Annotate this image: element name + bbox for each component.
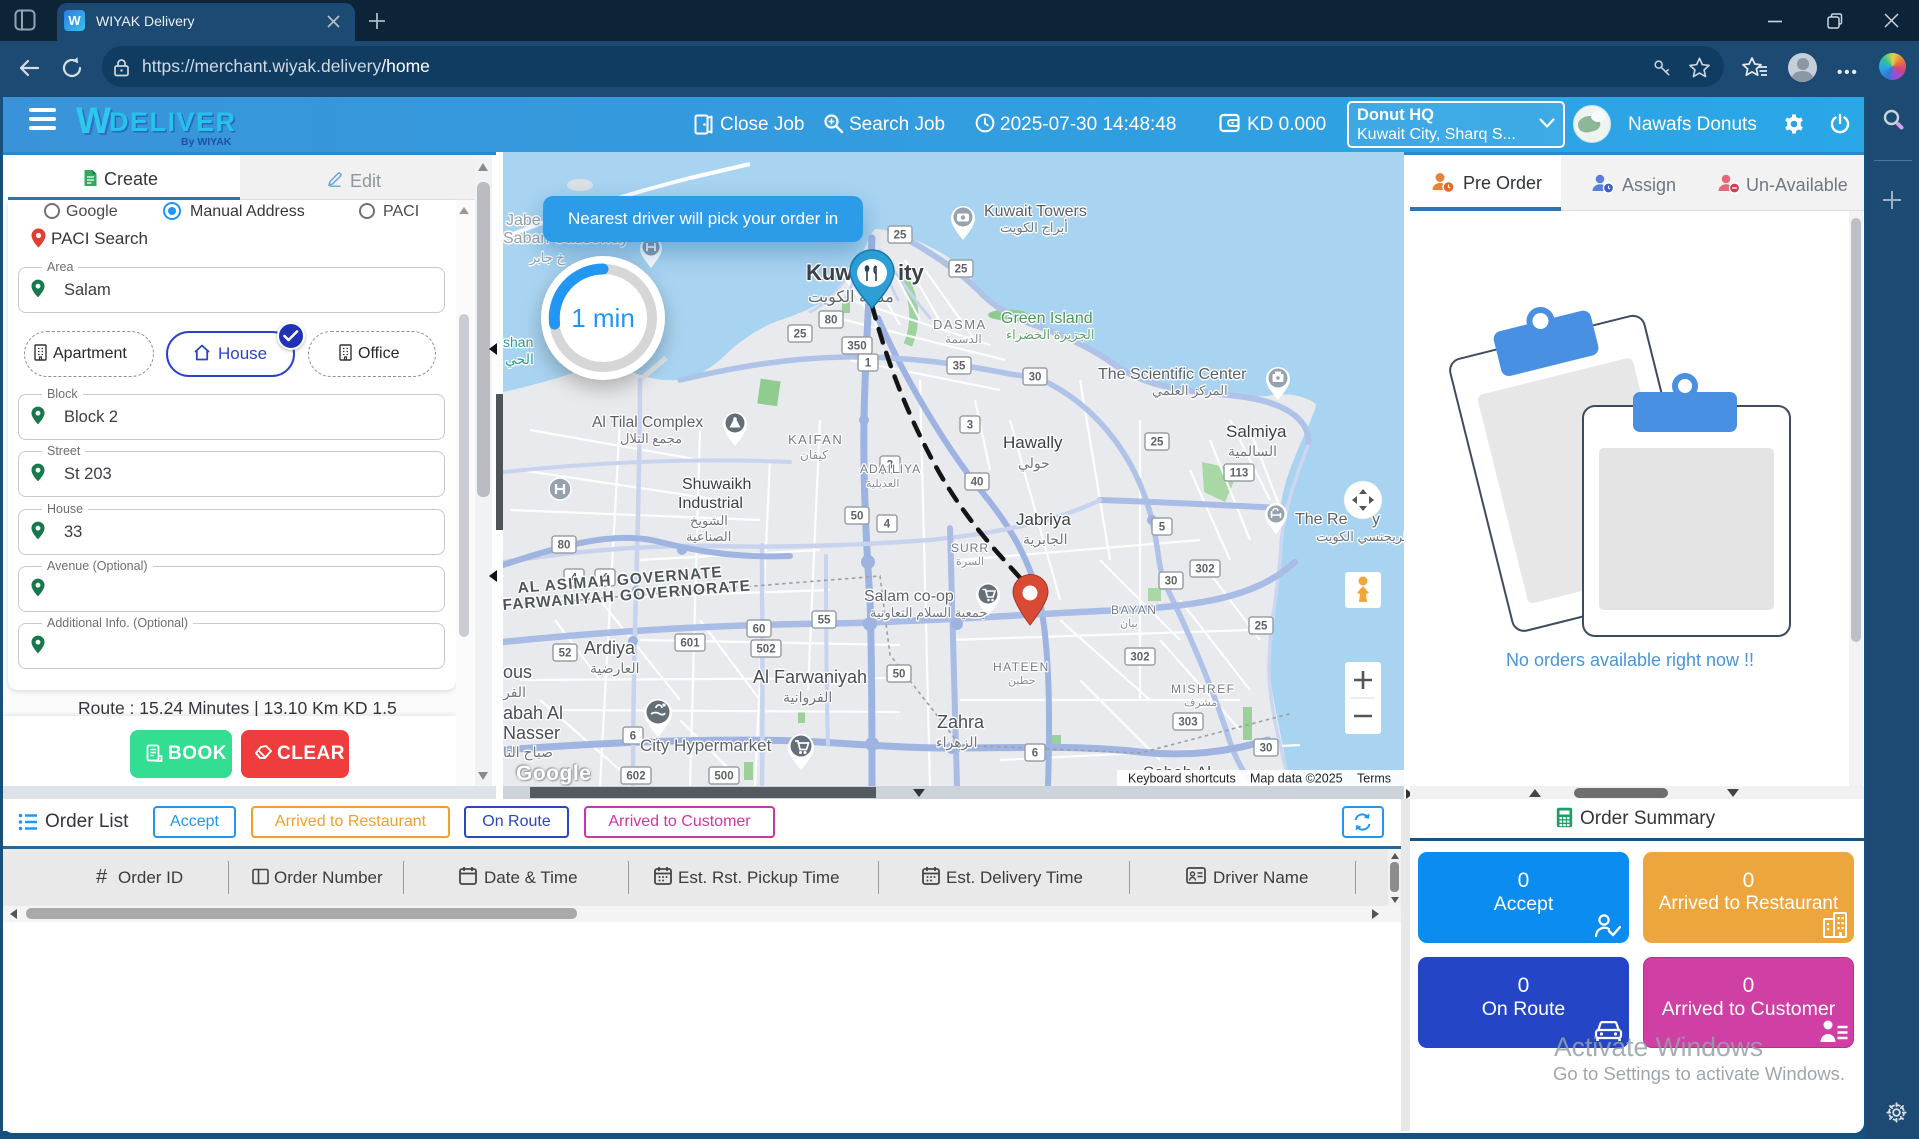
- svg-text:صباح النا: صباح النا: [503, 744, 553, 761]
- svg-text:52: 52: [559, 648, 572, 660]
- svg-text:السالمية: السالمية: [1228, 443, 1277, 459]
- svg-text:113: 113: [1230, 468, 1249, 480]
- svg-text:Industrial: Industrial: [678, 495, 743, 512]
- svg-text:كيفان: كيفان: [800, 448, 828, 462]
- svg-text:Jabe: Jabe: [506, 212, 541, 229]
- svg-text:الزهراء: الزهراء: [936, 734, 977, 751]
- svg-text:4: 4: [884, 519, 891, 531]
- svg-text:الريجنسي الكويت: الريجنسي الكويت: [1316, 529, 1404, 545]
- svg-text:Al Farwaniyah: Al Farwaniyah: [753, 667, 867, 687]
- svg-text:MISHREF: MISHREF: [1171, 682, 1236, 696]
- svg-text:جمعية السلام التعاونية: جمعية السلام التعاونية: [870, 605, 987, 621]
- svg-text:500: 500: [714, 771, 733, 783]
- svg-text:Salam co-op: Salam co-op: [864, 588, 954, 605]
- svg-text:50: 50: [851, 511, 864, 523]
- svg-text:6: 6: [1032, 748, 1038, 760]
- svg-text:30: 30: [1165, 576, 1178, 588]
- svg-text:Kuwait Towers: Kuwait Towers: [984, 203, 1087, 220]
- svg-text:Shuwaikh: Shuwaikh: [682, 476, 751, 493]
- svg-text:الجزيرة الخضراء: الجزيرة الخضراء: [1006, 327, 1095, 343]
- svg-text:الفروانية: الفروانية: [783, 689, 832, 706]
- svg-text:502: 502: [756, 644, 775, 656]
- svg-text:Jabriya: Jabriya: [1016, 510, 1071, 529]
- svg-text:50: 50: [893, 669, 906, 681]
- svg-text:350: 350: [847, 341, 866, 353]
- svg-text:الجابرية: الجابرية: [1023, 531, 1067, 548]
- svg-text:Nasser: Nasser: [503, 723, 560, 743]
- svg-text:80: 80: [825, 315, 838, 327]
- svg-text:302: 302: [1195, 564, 1214, 576]
- svg-text:أبراج الكويت: أبراج الكويت: [1000, 219, 1068, 236]
- svg-text:BAYAN: BAYAN: [1111, 603, 1157, 617]
- svg-text:Ardiya: Ardiya: [584, 638, 636, 658]
- svg-text:الشويخ: الشويخ: [690, 513, 728, 529]
- svg-text:المركز العلمي: المركز العلمي: [1152, 383, 1228, 399]
- svg-text:302: 302: [1130, 652, 1149, 664]
- svg-text:Terms: Terms: [1357, 772, 1391, 786]
- svg-text:ADAILIYA: ADAILIYA: [860, 462, 921, 476]
- svg-text:35: 35: [953, 361, 966, 373]
- svg-text:مشرف: مشرف: [1184, 697, 1217, 709]
- svg-text:abah Al: abah Al: [503, 703, 563, 723]
- svg-text:30: 30: [1029, 372, 1042, 384]
- svg-text:3: 3: [967, 420, 973, 432]
- svg-text:30: 30: [1260, 743, 1273, 755]
- svg-text:SURR: SURR: [951, 541, 989, 555]
- svg-text:shan: shan: [503, 334, 533, 350]
- svg-text:الصناعية: الصناعية: [686, 529, 731, 544]
- svg-text:Map data ©2025: Map data ©2025: [1250, 772, 1343, 786]
- svg-text:السرة: السرة: [956, 556, 984, 568]
- svg-text:العديلية: العديلية: [866, 478, 899, 490]
- svg-text:The Re: The Re: [1295, 511, 1348, 528]
- svg-text:City Hypermarket: City Hypermarket: [640, 736, 772, 755]
- svg-text:60: 60: [753, 624, 766, 636]
- svg-text:40: 40: [971, 477, 984, 489]
- svg-text:مجمع التلال: مجمع التلال: [620, 431, 682, 447]
- svg-text:الدسمة: الدسمة: [945, 332, 982, 346]
- svg-text:حولي: حولي: [1018, 455, 1050, 472]
- svg-text:الفر: الفر: [503, 684, 526, 701]
- svg-text:Hawally: Hawally: [1003, 433, 1063, 452]
- svg-text:KAIFAN: KAIFAN: [788, 432, 843, 447]
- svg-text:303: 303: [1178, 717, 1197, 729]
- svg-text:55: 55: [818, 615, 831, 627]
- svg-text:DASMA: DASMA: [933, 317, 987, 332]
- svg-text:601: 601: [680, 638, 700, 650]
- svg-text:6: 6: [630, 731, 636, 743]
- svg-text:25: 25: [955, 264, 968, 276]
- svg-text:80: 80: [558, 540, 571, 552]
- svg-text:Salmiya: Salmiya: [1226, 422, 1287, 441]
- svg-text:5: 5: [1159, 522, 1166, 534]
- svg-text:1: 1: [865, 358, 872, 370]
- svg-text:25: 25: [794, 329, 807, 341]
- svg-text:بيان: بيان: [1120, 618, 1138, 630]
- svg-text:حطين: حطين: [1008, 675, 1036, 687]
- svg-text:Google: Google: [516, 762, 591, 785]
- svg-text:العارضية: العارضية: [590, 660, 640, 677]
- svg-text:ity: ity: [898, 260, 924, 285]
- svg-text:25: 25: [1151, 437, 1164, 449]
- svg-text:Zahra: Zahra: [937, 712, 985, 732]
- svg-text:25: 25: [1255, 621, 1268, 633]
- svg-text:HATEEN: HATEEN: [993, 660, 1050, 674]
- svg-text:602: 602: [626, 771, 645, 783]
- svg-text:Al Tilal Complex: Al Tilal Complex: [592, 414, 703, 431]
- svg-text:25: 25: [894, 230, 907, 242]
- svg-text:الحي: الحي: [505, 351, 534, 367]
- svg-text:Keyboard shortcuts: Keyboard shortcuts: [1128, 772, 1236, 786]
- svg-text:ous: ous: [503, 662, 532, 682]
- svg-text:The Scientific Center: The Scientific Center: [1098, 366, 1247, 383]
- svg-text:Green Island: Green Island: [1001, 310, 1093, 327]
